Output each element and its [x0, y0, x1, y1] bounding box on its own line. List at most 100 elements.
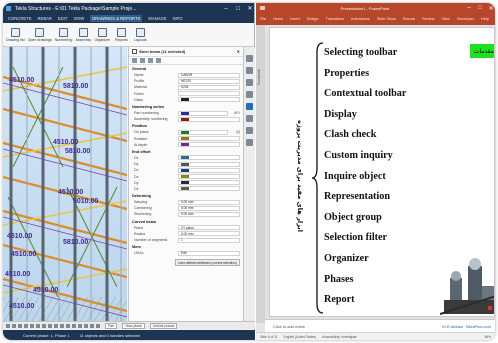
menu-drawings-reports[interactable]: DRAWINGS & REPORTS — [90, 15, 143, 22]
menu-rebar[interactable]: REBAR — [38, 16, 52, 21]
property-section-header[interactable]: Curved beam — [129, 218, 243, 225]
property-value-field[interactable]: XY plane — [178, 225, 240, 231]
applications-icon[interactable] — [246, 115, 253, 122]
select-assemblies-icon[interactable] — [54, 323, 58, 328]
minimize-button[interactable]: – — [465, 5, 473, 11]
ribbon-drawing-list-button[interactable]: Drawing list — [6, 27, 25, 42]
snap-icon[interactable] — [60, 323, 64, 328]
save-icon[interactable] — [132, 58, 137, 63]
menu-view[interactable]: VIEW — [73, 16, 84, 21]
property-section-header[interactable]: Numbering series — [129, 103, 243, 110]
property-value-field[interactable] — [178, 180, 240, 186]
property-value-field[interactable] — [178, 110, 228, 116]
ribbon-assembly-button[interactable]: Assembly — [75, 27, 91, 42]
settings-icon[interactable] — [148, 58, 153, 63]
selection-switch-select[interactable]: Part — [105, 322, 118, 329]
property-section-header[interactable]: Position — [129, 122, 243, 129]
user-defined-attributes-button[interactable]: User-defined attributes (current selecti… — [175, 259, 240, 267]
property-value-field[interactable]: HE220 — [178, 78, 240, 84]
property-value-field[interactable]: 0.00 mm — [178, 199, 240, 205]
property-pane-icon[interactable] — [246, 103, 253, 110]
property-value-field[interactable]: Edit — [178, 250, 240, 256]
menu-manage[interactable]: MANAGE — [148, 16, 166, 21]
select-welds-icon[interactable] — [30, 323, 34, 328]
select-planes-icon[interactable] — [42, 323, 46, 328]
property-value-field[interactable]: 0.00 mm — [178, 211, 240, 217]
menu-info[interactable]: INFO — [173, 16, 183, 21]
property-value-field[interactable] — [178, 155, 240, 161]
search-icon[interactable] — [156, 58, 161, 63]
notes-pane[interactable]: Click to add notes M.R.Abbasi TeklaPlus.… — [265, 319, 495, 332]
maximize-button[interactable]: □ — [234, 6, 242, 12]
property-value-field[interactable] — [178, 136, 240, 142]
tab-review[interactable]: Review — [422, 17, 434, 21]
property-section-header[interactable]: Deforming — [129, 192, 243, 199]
maximize-button[interactable]: □ — [476, 5, 484, 11]
property-value-field[interactable] — [178, 174, 240, 180]
snap-center-icon[interactable] — [78, 323, 82, 328]
tab-file[interactable]: File — [260, 17, 266, 21]
tab-developer[interactable]: Developer — [457, 17, 474, 21]
snap-line-icon[interactable] — [96, 323, 100, 328]
layers-icon[interactable] — [246, 127, 253, 134]
property-section-header[interactable]: End offset — [129, 148, 243, 155]
property-section-header[interactable]: More — [129, 243, 243, 250]
ribbon-layouts-button[interactable]: Layouts — [132, 27, 148, 42]
property-value-field[interactable]: S235 — [178, 84, 240, 90]
property-value-field[interactable]: 0.00 mm — [178, 231, 240, 237]
tab-animations[interactable]: Animations — [351, 17, 370, 21]
tab-design[interactable]: Design — [307, 17, 319, 21]
outline-plane-select[interactable]: Outline planes — [149, 322, 178, 329]
panel-close-button[interactable]: ✕ — [237, 49, 240, 54]
tab-transitions[interactable]: Transitions — [326, 17, 344, 21]
select-parts-icon[interactable] — [12, 323, 16, 328]
tab-view[interactable]: View — [442, 17, 450, 21]
ribbon-open-drawings-button[interactable]: Open drawings — [28, 27, 52, 42]
work-plane-select[interactable]: View plane — [122, 322, 145, 329]
close-button[interactable]: ✕ — [487, 5, 495, 12]
ribbon-organizer-button[interactable]: Organizer — [94, 27, 110, 42]
property-value-field[interactable] — [178, 142, 240, 148]
snap-perpendicular-icon[interactable] — [90, 323, 94, 328]
property-value-field[interactable] — [178, 91, 240, 97]
close-button[interactable]: ✕ — [246, 5, 254, 12]
tab-home[interactable]: Home — [273, 17, 283, 21]
ribbon-reports-button[interactable]: Reports — [113, 27, 129, 42]
menu-edit[interactable]: EDIT — [58, 16, 68, 21]
tab-slide-show[interactable]: Slide Show — [377, 17, 396, 21]
tab-help[interactable]: Help — [481, 17, 489, 21]
select-points-icon[interactable] — [18, 323, 22, 328]
select-components-icon[interactable] — [48, 323, 52, 328]
slide[interactable]: مقدمات) ابزار های مفید برای مدیریت پروژه… — [269, 27, 495, 317]
menu-concrete[interactable]: CONCRETE — [8, 16, 32, 21]
autosave-icon[interactable] — [260, 6, 265, 10]
settings-icon[interactable] — [246, 67, 253, 74]
select-bolts-icon[interactable] — [36, 323, 40, 328]
property-value-field[interactable] — [178, 186, 240, 192]
property-value-field[interactable] — [178, 97, 240, 103]
property-value-field[interactable] — [178, 129, 228, 135]
property-value-field[interactable]: 1 — [178, 237, 240, 243]
ribbon-numbering-button[interactable]: Numbering — [55, 27, 72, 42]
load-icon[interactable] — [140, 58, 145, 63]
thumbnail-pane[interactable]: Thumbnails — [256, 25, 265, 323]
property-value-field[interactable]: 0.00 mm — [178, 205, 240, 211]
views-icon[interactable] — [246, 55, 253, 62]
property-section-header[interactable]: General — [129, 65, 243, 72]
property-value-field[interactable] — [178, 116, 240, 122]
minimize-button[interactable]: – — [222, 6, 230, 12]
zoom-level[interactable]: 66% — [485, 335, 491, 339]
snap-mid-icon[interactable] — [72, 323, 76, 328]
snap-end-icon[interactable] — [66, 323, 70, 328]
tab-record[interactable]: Record — [403, 17, 415, 21]
accessibility-status[interactable]: Accessibility: Investigate — [322, 335, 357, 339]
select-all-icon[interactable] — [6, 323, 10, 328]
tab-insert[interactable]: Insert — [290, 17, 300, 21]
model-3d-viewport[interactable]: 4510.00 5810.00 4510.00 5810.00 4510.00 … — [3, 47, 127, 321]
snap-intersection-icon[interactable] — [84, 323, 88, 328]
filter-icon[interactable] — [246, 139, 253, 146]
catalog-icon[interactable] — [246, 91, 253, 98]
select-grids-icon[interactable] — [24, 323, 28, 328]
property-value-field[interactable] — [178, 161, 240, 167]
property-value-field[interactable] — [178, 167, 240, 173]
